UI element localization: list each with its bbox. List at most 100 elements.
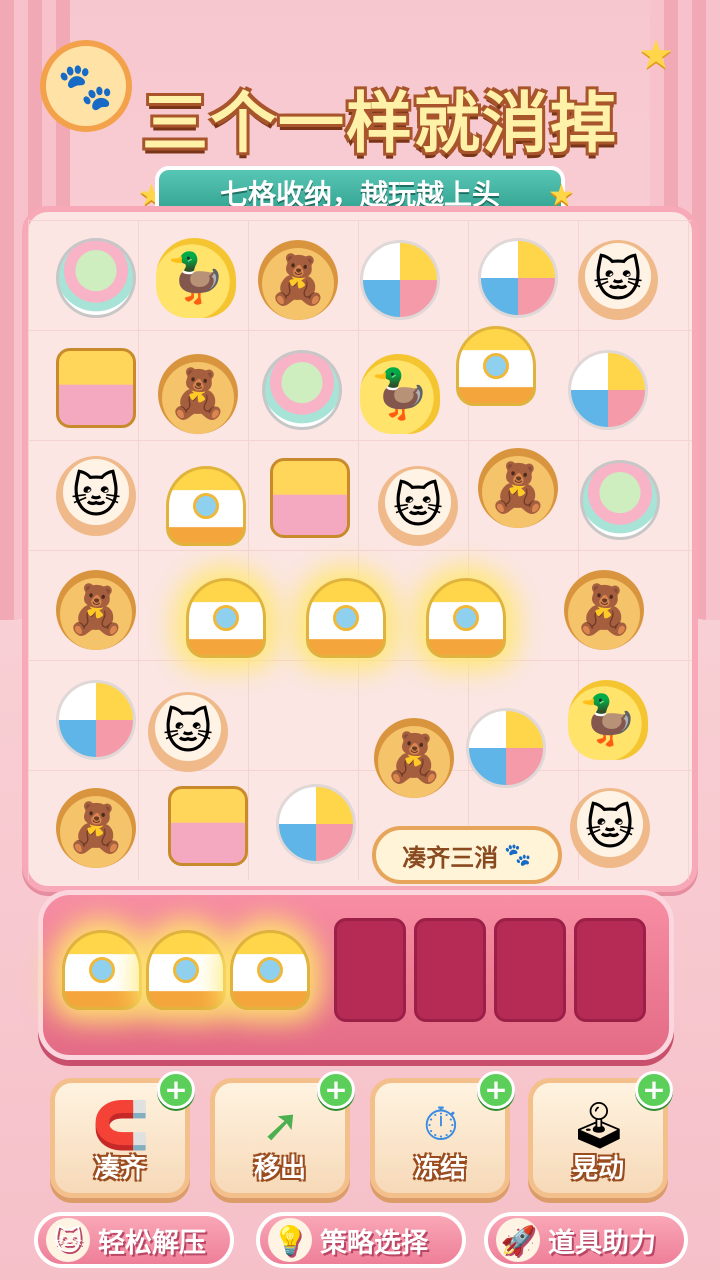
ball-tile[interactable] <box>48 672 144 768</box>
cat-tile[interactable]: 🐱 <box>570 232 666 328</box>
bear-icon: 🧸 <box>258 240 338 320</box>
lollipop-icon <box>580 460 660 540</box>
bear-icon: 🧸 <box>56 788 136 868</box>
rocket-tile <box>222 922 318 1018</box>
ball-tile[interactable] <box>458 700 554 796</box>
tool-button-freeze[interactable]: ⏱ 冻结 + <box>370 1071 515 1198</box>
tray-slot-empty <box>414 918 486 1022</box>
ball-icon <box>360 240 440 320</box>
rocket-tile <box>54 922 150 1018</box>
duck-icon: 🦆 <box>360 354 440 434</box>
lollipop-tile[interactable] <box>254 342 350 438</box>
add-icon[interactable]: + <box>157 1071 195 1109</box>
chest-icon <box>168 786 248 866</box>
ball-tile[interactable] <box>470 230 566 326</box>
rocket-tile[interactable] <box>178 570 274 666</box>
tray-slot-empty <box>574 918 646 1022</box>
add-icon[interactable]: + <box>635 1071 673 1109</box>
rocket-tile[interactable] <box>298 570 394 666</box>
cat-tile[interactable]: 🐱 <box>48 448 144 544</box>
bear-tile[interactable]: 🧸 <box>150 346 246 442</box>
ball-icon <box>478 238 558 318</box>
tray-slot-filled <box>146 918 226 1022</box>
add-icon[interactable]: + <box>317 1071 355 1109</box>
rocket-icon <box>456 326 536 406</box>
ball-tile[interactable] <box>268 776 364 872</box>
rocket-icon <box>166 466 246 546</box>
chest-tile[interactable] <box>160 778 256 874</box>
bear-tile[interactable]: 🧸 <box>470 440 566 536</box>
chest-tile[interactable] <box>48 340 144 436</box>
ball-icon <box>568 350 648 430</box>
rocket-icon <box>230 930 310 1010</box>
duck-icon: 🦆 <box>156 238 236 318</box>
ball-icon <box>276 784 356 864</box>
hint-bubble: 凑齐三消 🐾 <box>372 826 562 884</box>
tray-slot-filled <box>62 918 142 1022</box>
title-banner: 🐾 三个一样就消掉 ★ <box>40 32 680 162</box>
chest-icon <box>56 348 136 428</box>
chest-icon <box>270 458 350 538</box>
star-icon: ★ <box>638 32 674 78</box>
bear-tile[interactable]: 🧸 <box>366 710 462 806</box>
bear-tile[interactable]: 🧸 <box>556 562 652 658</box>
cat-icon: 🐱 <box>570 788 650 868</box>
tray-slot-filled <box>230 918 310 1022</box>
lollipop-icon <box>56 238 136 318</box>
ball-icon <box>56 680 136 760</box>
tool-label: 晃动 <box>571 1154 624 1184</box>
cat-tile[interactable]: 🐱 <box>562 780 658 876</box>
tool-button-remove[interactable]: ➚ 移出 + <box>210 1071 355 1198</box>
ball-tile[interactable] <box>560 342 656 438</box>
feature-label: 策略选择 <box>320 1227 428 1259</box>
rocket-tile[interactable] <box>418 570 514 666</box>
lollipop-tile[interactable] <box>48 230 144 326</box>
hint-text: 凑齐三消 <box>402 843 499 872</box>
bear-tile[interactable]: 🧸 <box>250 232 346 328</box>
duck-tile[interactable]: 🦆 <box>148 230 244 326</box>
lollipop-icon <box>262 350 342 430</box>
bear-icon: 🧸 <box>564 570 644 650</box>
tool-button-gather[interactable]: 🧲 凑齐 + <box>50 1071 195 1198</box>
cat-tile[interactable]: 🐱 <box>370 458 466 554</box>
chest-tile[interactable] <box>262 450 358 546</box>
duck-tile[interactable]: 🦆 <box>560 672 656 768</box>
bear-tile[interactable]: 🧸 <box>48 780 144 876</box>
bear-icon: 🧸 <box>374 718 454 798</box>
game-title: 三个一样就消掉 <box>142 85 618 162</box>
paw-icon: 🐾 <box>504 842 532 868</box>
rocket-tile[interactable] <box>448 318 544 414</box>
tray-slot-empty <box>334 918 406 1022</box>
bear-icon: 🧸 <box>56 570 136 650</box>
tool-label: 移出 <box>253 1154 306 1184</box>
feature-label: 道具助力 <box>548 1227 656 1259</box>
rocket-icon <box>146 930 226 1010</box>
tray-slot-empty <box>494 918 566 1022</box>
ball-tile[interactable] <box>352 232 448 328</box>
add-icon[interactable]: + <box>477 1071 515 1109</box>
rocket-icon <box>186 578 266 658</box>
cat-icon: 🐱 <box>56 456 136 536</box>
rocket-icon: 🚀 <box>496 1218 540 1262</box>
cat-icon: 🐱 <box>46 1218 90 1262</box>
rocket-tile[interactable] <box>158 458 254 554</box>
tool-button-shake[interactable]: 🕹 晃动 + <box>528 1071 673 1198</box>
rocket-icon <box>306 578 386 658</box>
tool-label: 冻结 <box>413 1154 466 1184</box>
cat-icon: 🐱 <box>578 240 658 320</box>
bear-icon: 🧸 <box>478 448 558 528</box>
rocket-tile <box>138 922 234 1018</box>
duck-tile[interactable]: 🦆 <box>352 346 448 442</box>
feature-strategy: 💡 策略选择 <box>256 1212 466 1268</box>
cat-icon: 🐱 <box>378 466 458 546</box>
lollipop-tile[interactable] <box>572 452 668 548</box>
rocket-icon <box>62 930 142 1010</box>
tool-label: 凑齐 <box>93 1154 146 1184</box>
bear-tile[interactable]: 🧸 <box>48 562 144 658</box>
lightbulb-icon: 💡 <box>268 1218 312 1262</box>
cat-icon: 🐱 <box>148 692 228 772</box>
feature-relax: 🐱 轻松解压 <box>34 1212 234 1268</box>
duck-icon: 🦆 <box>568 680 648 760</box>
cat-tile[interactable]: 🐱 <box>140 684 236 780</box>
feature-label: 轻松解压 <box>98 1227 206 1259</box>
